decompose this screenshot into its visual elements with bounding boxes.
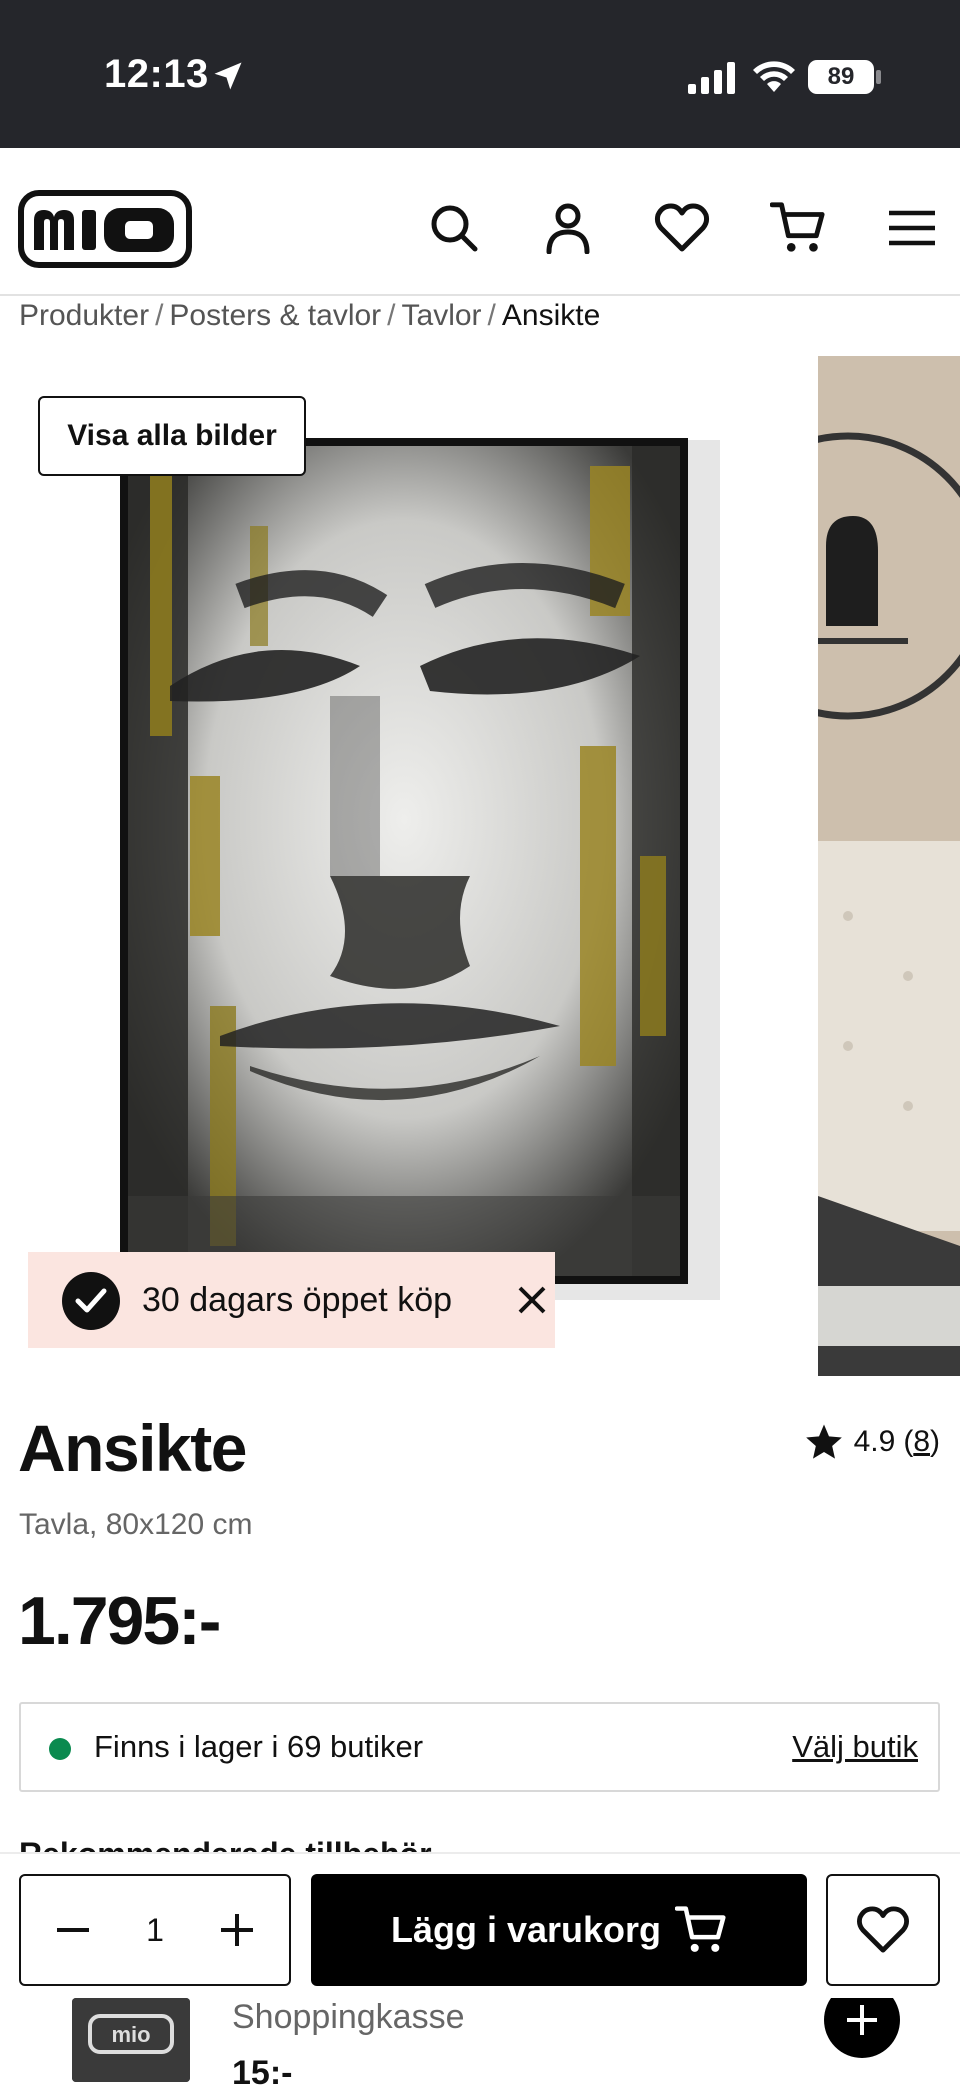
user-icon[interactable] (540, 200, 596, 256)
painting-image (120, 438, 720, 1300)
room-image (818, 356, 960, 1376)
stock-status: Finns i lager i 69 butiker Välj butik (19, 1702, 940, 1792)
accessory-thumbnail: mio (72, 1998, 190, 2082)
minus-icon[interactable] (45, 1902, 101, 1958)
in-stock-dot-icon (49, 1738, 71, 1760)
plus-icon[interactable] (209, 1902, 265, 1958)
site-header (0, 148, 960, 296)
breadcrumb-current: Ansikte (501, 299, 601, 332)
product-image-main[interactable] (0, 356, 812, 1376)
battery-indicator: 89 (808, 60, 874, 94)
product-page: 12:13 89 Produkter / Posters & tavlor / … (0, 0, 960, 2087)
heart-icon (857, 1906, 909, 1953)
product-title: Ansikte (18, 1411, 247, 1485)
add-to-cart-button[interactable]: Lägg i varukorg (311, 1874, 807, 1986)
product-gallery[interactable]: Visa alla bilder 30 dagars öppet köp (0, 356, 960, 1376)
accessory-name: Shoppingkasse (232, 1998, 465, 2036)
cart-icon (675, 1906, 726, 1952)
breadcrumb-item-posters[interactable]: Posters & tavlor (169, 299, 381, 333)
product-subtitle: Tavla, 80x120 cm (19, 1508, 253, 1541)
status-bar: 12:13 89 (0, 0, 960, 148)
wifi-icon (753, 61, 795, 92)
battery-tip (876, 70, 881, 84)
checkmark-icon (62, 1272, 120, 1330)
view-all-images-button[interactable]: Visa alla bilder (38, 396, 306, 476)
wishlist-button[interactable] (826, 1874, 940, 1986)
bag-image: mio (72, 1998, 190, 2082)
signal-icon (688, 62, 735, 94)
choose-store-link[interactable]: Välj butik (792, 1704, 918, 1790)
plus-icon (847, 2005, 877, 2035)
search-icon[interactable] (426, 200, 482, 256)
promo-banner: 30 dagars öppet köp (28, 1252, 555, 1348)
breadcrumb-separator: / (387, 299, 396, 332)
cart-icon[interactable] (770, 200, 826, 256)
breadcrumb-item-produkter[interactable]: Produkter (19, 299, 149, 333)
menu-icon[interactable] (884, 200, 940, 256)
rating-count[interactable]: 8 (913, 1425, 930, 1459)
stock-text: Finns i lager i 69 butiker (94, 1729, 424, 1764)
rating-paren-close: ) (930, 1425, 940, 1458)
location-arrow-icon (214, 62, 242, 90)
close-icon[interactable] (512, 1280, 552, 1320)
add-to-cart-label: Lägg i varukorg (390, 1909, 662, 1950)
star-icon (805, 1424, 842, 1459)
status-time: 12:13 (104, 52, 209, 96)
add-accessory-button[interactable] (824, 1998, 900, 2058)
sticky-purchase-bar: 1 Lägg i varukorg (0, 1852, 960, 1998)
breadcrumb: Produkter / Posters & tavlor / Tavlor / … (19, 296, 600, 336)
quantity-value[interactable]: 1 (117, 1876, 193, 1984)
promo-text: 30 dagars öppet köp (142, 1281, 453, 1319)
quantity-stepper: 1 (19, 1874, 291, 1986)
rating-paren-open: ( (903, 1425, 914, 1458)
product-price: 1.795:- (18, 1583, 221, 1659)
heart-icon[interactable] (654, 200, 710, 256)
breadcrumb-item-tavlor[interactable]: Tavlor (402, 299, 482, 333)
accessory-price: 15:- (232, 2054, 293, 2087)
rating-value: 4.9 (853, 1425, 896, 1458)
mio-logo[interactable] (18, 190, 192, 268)
breadcrumb-separator: / (487, 299, 496, 332)
bag-logo-text: mio (111, 2022, 150, 2047)
product-rating[interactable]: 4.9 (8) (804, 1422, 940, 1462)
breadcrumb-separator: / (155, 299, 164, 332)
product-image-room[interactable] (818, 356, 960, 1376)
accessory-item[interactable]: mio Shoppingkasse 15:- (0, 1998, 960, 2087)
